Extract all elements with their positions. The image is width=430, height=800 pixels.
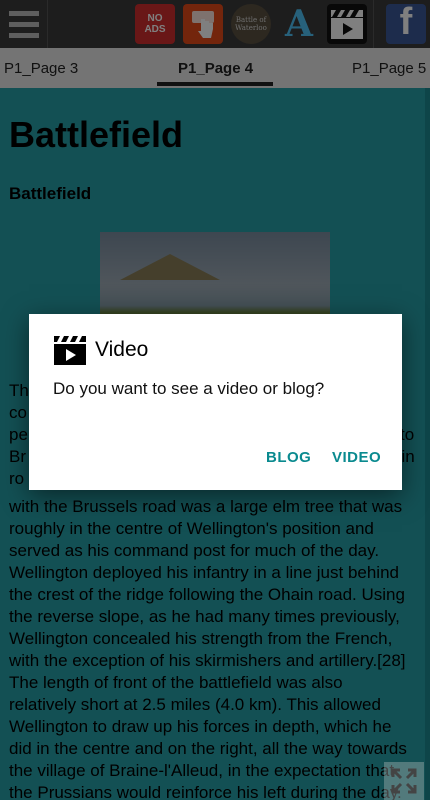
video-dialog: Video Do you want to see a video or blog… <box>29 314 402 490</box>
dialog-message: Do you want to see a video or blog? <box>53 379 325 398</box>
expand-icon <box>391 768 417 794</box>
blog-button[interactable]: BLOG <box>266 449 311 466</box>
dialog-header: Video <box>53 334 148 366</box>
video-clapper-icon <box>54 336 86 365</box>
dialog-title: Video <box>95 338 149 361</box>
fullscreen-button[interactable] <box>384 762 424 800</box>
video-button[interactable]: VIDEO <box>332 449 381 466</box>
